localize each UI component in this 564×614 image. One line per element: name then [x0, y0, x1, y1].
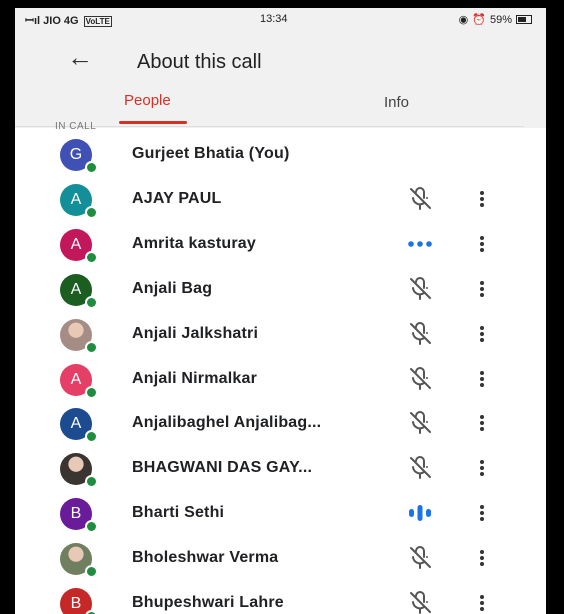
more-vert-icon[interactable] [476, 279, 488, 301]
mic-off-icon [405, 590, 435, 614]
more-vert-icon[interactable] [476, 189, 488, 211]
more-vert-icon[interactable] [476, 369, 488, 391]
app-bar: ← About this call [15, 32, 546, 92]
participant-name: AJAY PAUL [132, 189, 222, 207]
page-title: About this call [137, 51, 262, 73]
presence-dot [85, 520, 98, 534]
participant-name: Gurjeet Bhatia (You) [132, 145, 290, 162]
participant-row[interactable]: B Bharti Sethi [15, 498, 546, 543]
tab-people[interactable]: People [124, 92, 171, 109]
presence-dot [85, 161, 98, 174]
more-vert-icon[interactable] [476, 234, 488, 256]
mic-off-icon [405, 545, 435, 571]
presence-dot [85, 610, 98, 614]
arrow-left-icon[interactable]: ← [67, 42, 93, 73]
more-vert-icon[interactable] [476, 548, 488, 570]
presence-dot [85, 430, 98, 444]
system-icons: ◉ ⏰ 59% [459, 13, 532, 26]
mic-off-icon [405, 455, 435, 481]
mic-off-icon [405, 321, 435, 347]
section-label: IN CALL [55, 121, 97, 132]
participant-row[interactable]: A Amrita kasturay [15, 228, 546, 274]
mic-off-icon [405, 186, 435, 212]
alarm-icon: ⏰ [472, 14, 486, 26]
carrier-indicator: ꟷıl JIO 4G VoLTE [25, 13, 112, 28]
speaking-icon [405, 500, 435, 526]
presence-dot [85, 340, 98, 354]
participant-name: Amrita kasturay [132, 234, 256, 252]
participant-row[interactable]: A Anjalibaghel Anjalibag... [15, 408, 546, 453]
more-vert-icon[interactable] [476, 324, 488, 346]
presence-dot [85, 565, 98, 579]
more-vert-icon[interactable] [476, 458, 488, 480]
status-bar: ꟷıl JIO 4G VoLTE 13:34 ◉ ⏰ 59% [15, 8, 546, 32]
presence-dot [85, 250, 98, 264]
presence-dot [85, 205, 98, 219]
participant-row[interactable]: B Bhupeshwari Lahre [15, 588, 546, 614]
mic-off-icon [405, 366, 435, 392]
participant-name: Bhupeshwari Lahre [132, 594, 284, 611]
mic-off-icon [405, 276, 435, 302]
more-vert-icon[interactable] [476, 593, 488, 614]
participant-name: Anjali Nirmalkar [132, 369, 258, 387]
participant-row[interactable]: G Gurjeet Bhatia (You) [15, 139, 546, 184]
battery-percent: 59% [489, 13, 512, 26]
carrier-label: JIO 4G [43, 15, 79, 27]
participant-row[interactable]: A Anjali Nirmalkar [15, 363, 546, 409]
more-horizontal-icon [405, 231, 435, 257]
participant-name: Anjalibaghel Anjalibag... [132, 414, 322, 432]
eye-icon: ◉ [458, 14, 469, 26]
participant-name: Anjali Jalkshatri [132, 324, 259, 342]
volte-badge: VoLTE [83, 16, 112, 27]
more-vert-icon[interactable] [476, 413, 488, 435]
participant-row[interactable]: BHAGWANI DAS GAY... [15, 453, 546, 498]
presence-dot [85, 385, 98, 399]
participant-name: Bholeshwar Verma [132, 549, 279, 567]
participant-row[interactable]: Anjali Jalkshatri [15, 318, 546, 364]
active-tab-indicator [119, 121, 187, 124]
presence-dot [85, 475, 98, 489]
mic-off-icon [405, 410, 435, 436]
participant-name: BHAGWANI DAS GAY... [132, 459, 313, 477]
participant-name: Bharti Sethi [132, 504, 225, 522]
presence-dot [85, 295, 98, 309]
participant-row[interactable]: A Anjali Bag [15, 273, 546, 319]
participant-row[interactable]: Bholeshwar Verma [15, 543, 546, 588]
participant-name: Anjali Bag [132, 279, 213, 297]
participant-row[interactable]: A AJAY PAUL [15, 183, 546, 229]
signal-icon: ꟷıl [25, 15, 41, 27]
tab-info[interactable]: Info [384, 94, 409, 111]
more-vert-icon[interactable] [476, 503, 488, 525]
clock: 13:34 [260, 13, 288, 25]
phone-screen: ꟷıl JIO 4G VoLTE 13:34 ◉ ⏰ 59% ← About t… [15, 8, 546, 614]
battery-icon [516, 15, 532, 24]
